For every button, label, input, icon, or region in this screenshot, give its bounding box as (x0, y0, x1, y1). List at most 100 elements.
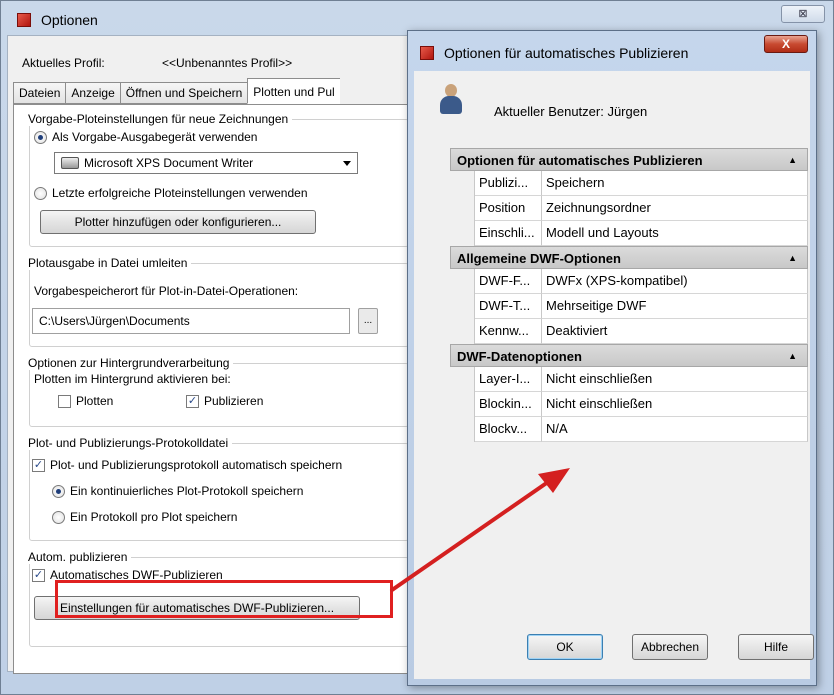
property-key: Layer-I... (475, 367, 542, 392)
group-plot-to-file-title: Plotausgabe in Datei umleiten (24, 256, 192, 270)
property-value[interactable]: DWFx (XPS-kompatibel) (542, 269, 808, 294)
radio-per-plot-log-row[interactable]: Ein Protokoll pro Plot speichern (52, 510, 237, 524)
plot-to-file-location-input[interactable]: C:\Users\Jürgen\Documents (32, 308, 350, 334)
radio-continuous-log-label: Ein kontinuierliches Plot-Protokoll spei… (70, 484, 304, 498)
property-row[interactable]: DWF-T... Mehrseitige DWF (474, 294, 808, 319)
checkbox-auto-log-row[interactable]: ✓ Plot- und Publizierungsprotokoll autom… (32, 458, 342, 472)
property-key: DWF-F... (475, 269, 542, 294)
property-key: Publizi... (475, 171, 542, 196)
radio-continuous-log[interactable] (52, 484, 65, 498)
checkbox-bg-plot[interactable] (58, 394, 71, 408)
background-enable-text: Plotten im Hintergrund aktivieren bei: (34, 372, 231, 386)
collapse-icon[interactable]: ▲ (788, 149, 797, 172)
radio-continuous-log-row[interactable]: Ein kontinuierliches Plot-Protokoll spei… (52, 484, 303, 498)
user-icon (440, 84, 462, 116)
property-key: Position (475, 196, 542, 221)
property-key: DWF-T... (475, 294, 542, 319)
autocad-app-icon (17, 13, 31, 27)
property-grid: Optionen für automatisches Publizieren ▲… (450, 148, 808, 442)
collapse-icon[interactable]: ▲ (788, 345, 797, 368)
current-user-label: Aktueller Benutzer: Jürgen (494, 104, 648, 119)
tab-dateien[interactable]: Dateien (13, 82, 66, 104)
radio-per-plot-log-label: Ein Protokoll pro Plot speichern (70, 510, 238, 524)
property-value[interactable]: Zeichnungsordner (542, 196, 808, 221)
property-value[interactable]: Speichern (542, 171, 808, 196)
dialog-title: Optionen für automatisches Publizieren (444, 45, 689, 61)
group-plot-defaults: Vorgabe-Ploteinstellungen für neue Zeich… (24, 112, 409, 247)
options-client-area: Aktuelles Profil: <<Unbenanntes Profil>>… (7, 35, 421, 674)
tab-plotten-und-publizieren[interactable]: Plotten und Pul (247, 78, 340, 104)
radio-per-plot-log[interactable] (52, 510, 65, 524)
category-auto-publish-label: Optionen für automatisches Publizieren (457, 153, 703, 168)
property-row[interactable]: Einschli... Modell und Layouts (474, 221, 808, 246)
printer-icon (61, 157, 79, 169)
group-plot-to-file: Plotausgabe in Datei umleiten Vorgabespe… (24, 256, 409, 347)
group-plot-defaults-title: Vorgabe-Ploteinstellungen für neue Zeich… (24, 112, 293, 126)
group-background: Optionen zur Hintergrundverarbeitung Plo… (24, 356, 409, 427)
highlight-box (55, 580, 393, 618)
checkbox-auto-log[interactable]: ✓ (32, 458, 45, 472)
radio-last-settings-label: Letzte erfolgreiche Ploteinstellungen ve… (52, 186, 308, 200)
options-window-title: Optionen (41, 12, 98, 28)
category-auto-publish[interactable]: Optionen für automatisches Publizieren ▲ (450, 148, 808, 171)
radio-default-device[interactable] (34, 130, 47, 144)
property-key: Blockin... (475, 392, 542, 417)
radio-last-settings[interactable] (34, 186, 47, 200)
category-general-dwf[interactable]: Allgemeine DWF-Optionen ▲ (450, 246, 808, 269)
background-enable-label: Plotten im Hintergrund aktivieren bei: (34, 372, 231, 386)
property-value[interactable]: Nicht einschließen (542, 367, 808, 392)
output-device-select[interactable]: Microsoft XPS Document Writer (54, 152, 358, 174)
tab-oeffnen-und-speichern[interactable]: Öffnen und Speichern (119, 82, 248, 104)
category-general-dwf-label: Allgemeine DWF-Optionen (457, 251, 621, 266)
profile-row: Aktuelles Profil: <<Unbenanntes Profil>> (22, 56, 292, 70)
radio-default-device-row[interactable]: Als Vorgabe-Ausgabegerät verwenden (34, 130, 257, 144)
group-auto-publish-title: Autom. publizieren (24, 550, 132, 564)
dialog-close-button[interactable]: X (764, 35, 808, 53)
property-row[interactable]: Layer-I... Nicht einschließen (474, 367, 808, 392)
plot-to-file-location-label: Vorgabespeicherort für Plot-in-Datei-Ope… (34, 284, 298, 298)
output-device-value: Microsoft XPS Document Writer (84, 156, 254, 170)
checkbox-bg-publish-label: Publizieren (204, 394, 264, 408)
property-value[interactable]: Mehrseitige DWF (542, 294, 808, 319)
plot-to-file-location-text: Vorgabespeicherort für Plot-in-Datei-Ope… (34, 284, 299, 298)
profile-value: <<Unbenanntes Profil>> (162, 56, 293, 70)
property-value[interactable]: N/A (542, 417, 808, 442)
property-value[interactable]: Deaktiviert (542, 319, 808, 344)
property-value[interactable]: Nicht einschließen (542, 392, 808, 417)
property-row[interactable]: Kennw... Deaktiviert (474, 319, 808, 344)
chevron-down-icon (343, 161, 351, 166)
category-dwf-data[interactable]: DWF-Datenoptionen ▲ (450, 344, 808, 367)
radio-last-settings-row[interactable]: Letzte erfolgreiche Ploteinstellungen ve… (34, 186, 308, 200)
group-log-title: Plot- und Publizierungs-Protokolldatei (24, 436, 233, 450)
property-key: Blockv... (475, 417, 542, 442)
checkbox-bg-plot-label: Plotten (76, 394, 114, 408)
property-row[interactable]: DWF-F... DWFx (XPS-kompatibel) (474, 269, 808, 294)
collapse-icon[interactable]: ▲ (788, 247, 797, 270)
property-row[interactable]: Position Zeichnungsordner (474, 196, 808, 221)
property-row[interactable]: Blockin... Nicht einschließen (474, 392, 808, 417)
checkbox-auto-dwf[interactable]: ✓ (32, 568, 45, 582)
checkbox-bg-plot-row[interactable]: Plotten (58, 394, 113, 408)
property-row[interactable]: Publizi... Speichern (474, 171, 808, 196)
property-row[interactable]: Blockv... N/A (474, 417, 808, 442)
property-key: Kennw... (475, 319, 542, 344)
radio-default-device-label: Als Vorgabe-Ausgabegerät verwenden (52, 130, 258, 144)
property-value[interactable]: Modell und Layouts (542, 221, 808, 246)
help-button[interactable]: Hilfe (738, 634, 814, 660)
tab-anzeige[interactable]: Anzeige (65, 82, 120, 104)
group-log: Plot- und Publizierungs-Protokolldatei ✓… (24, 436, 409, 541)
options-close-button[interactable]: ⊠ (781, 5, 825, 23)
ok-button[interactable]: OK (527, 634, 603, 660)
browse-button[interactable]: ... (358, 308, 378, 334)
add-plotter-button[interactable]: Plotter hinzufügen oder konfigurieren... (40, 210, 316, 234)
cancel-button[interactable]: Abbrechen (632, 634, 708, 660)
group-background-title: Optionen zur Hintergrundverarbeitung (24, 356, 234, 370)
options-tabs: Dateien Anzeige Öffnen und Speichern Plotte… (13, 78, 340, 104)
dialog-app-icon (420, 46, 434, 60)
property-key: Einschli... (475, 221, 542, 246)
checkbox-bg-publish-row[interactable]: ✓ Publizieren (186, 394, 263, 408)
checkbox-bg-publish[interactable]: ✓ (186, 394, 199, 408)
checkbox-auto-log-label: Plot- und Publizierungsprotokoll automat… (50, 458, 343, 472)
profile-label: Aktuelles Profil: (22, 56, 105, 70)
category-dwf-data-label: DWF-Datenoptionen (457, 349, 582, 364)
